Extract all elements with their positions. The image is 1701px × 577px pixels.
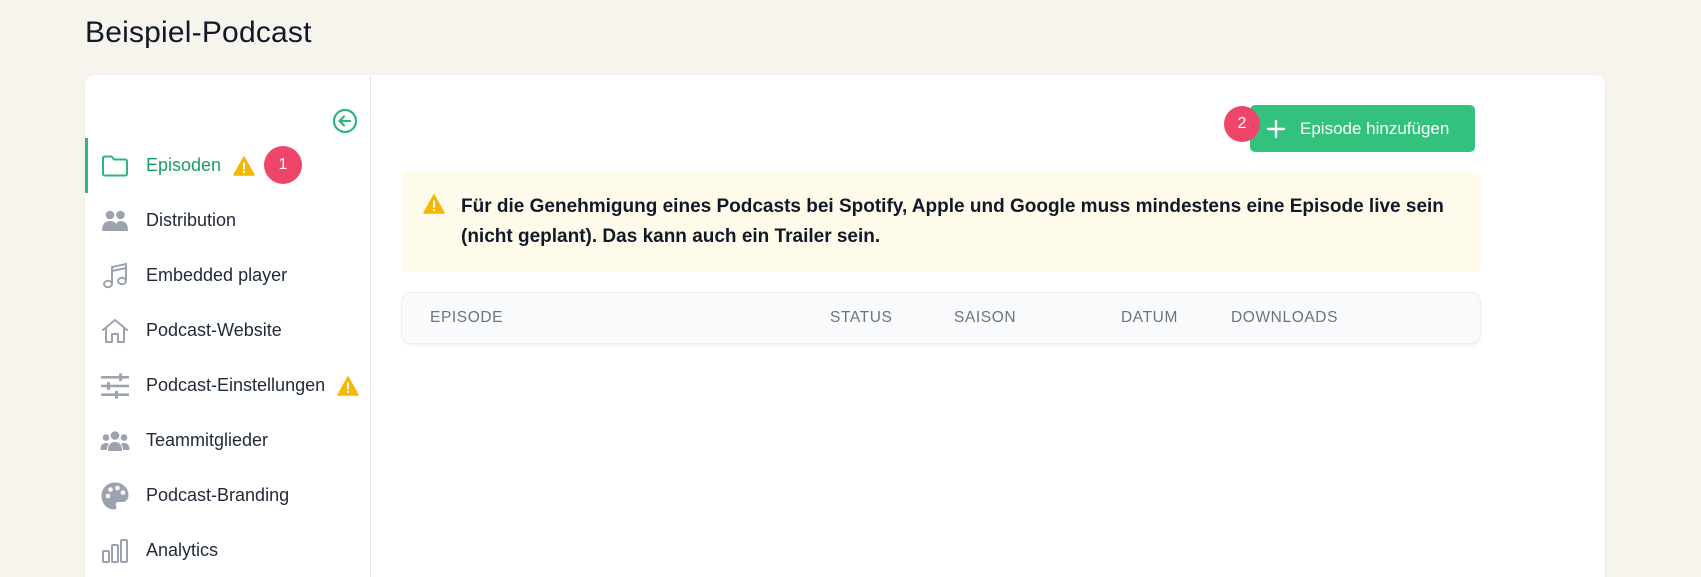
sidebar-item-label: Teammitglieder xyxy=(146,430,269,450)
add-episode-button[interactable]: Episode hinzufügen xyxy=(1250,105,1475,152)
sidebar-item-label: Podcast-Branding xyxy=(146,485,290,505)
column-header-episode[interactable]: EPISODE xyxy=(430,309,503,327)
plus-icon xyxy=(1266,119,1286,138)
page-title: Beispiel-Podcast xyxy=(85,16,312,49)
warning-alert: Für die Genehmigung eines Podcasts bei S… xyxy=(401,172,1481,272)
sidebar-item-label: Analytics xyxy=(146,540,219,560)
warning-icon xyxy=(233,155,255,176)
column-header-downloads[interactable]: DOWNLOADS xyxy=(1231,309,1338,327)
sidebar-item-label: Embedded player xyxy=(146,265,288,285)
sidebar-item-label: Episoden xyxy=(146,155,222,175)
palette-icon xyxy=(100,481,130,511)
music-note-icon xyxy=(100,261,130,291)
home-icon xyxy=(100,316,130,346)
sidebar-item-label: Podcast-Einstellungen xyxy=(146,375,326,395)
sidebar-item-episoden[interactable]: Episoden 1 xyxy=(85,138,371,193)
folder-icon xyxy=(100,151,130,181)
sidebar-item-distribution[interactable]: Distribution xyxy=(85,193,371,248)
main-content: Episode hinzufügen 2 Für die Genehmigung… xyxy=(371,75,1605,577)
alert-text: Für die Genehmigung eines Podcasts bei S… xyxy=(461,196,1444,247)
sidebar-item-label: Distribution xyxy=(146,210,237,230)
sidebar-nav: Episoden 1 Distribution Embedded player xyxy=(85,138,371,577)
step-badge: 1 xyxy=(264,146,302,184)
sidebar-item-podcast-einstellungen[interactable]: Podcast-Einstellungen xyxy=(85,358,371,413)
step-badge: 2 xyxy=(1224,106,1260,142)
column-header-status[interactable]: STATUS xyxy=(830,309,892,327)
warning-icon xyxy=(423,194,445,214)
sidebar-item-podcast-website[interactable]: Podcast-Website xyxy=(85,303,371,358)
sidebar-item-teammitglieder[interactable]: Teammitglieder xyxy=(85,413,371,468)
sliders-icon xyxy=(100,371,130,401)
sidebar-item-podcast-branding[interactable]: Podcast-Branding xyxy=(85,468,371,523)
sidebar-item-label: Podcast-Website xyxy=(146,320,282,340)
content-card: Episoden 1 Distribution Embedded player xyxy=(85,75,1605,577)
column-header-datum[interactable]: DATUM xyxy=(1121,309,1178,327)
bar-chart-icon xyxy=(100,536,130,566)
sidebar-item-analytics[interactable]: Analytics xyxy=(85,523,371,577)
episodes-table: EPISODE STATUS SAISON DATUM DOWNLOADS xyxy=(401,292,1481,344)
sidebar: Episoden 1 Distribution Embedded player xyxy=(85,75,371,577)
sidebar-item-embedded-player[interactable]: Embedded player xyxy=(85,248,371,303)
team-icon xyxy=(100,426,130,456)
column-header-saison[interactable]: SAISON xyxy=(954,309,1016,327)
collapse-sidebar-button[interactable] xyxy=(332,108,358,134)
arrow-left-circle-icon xyxy=(332,108,358,134)
users-icon xyxy=(100,206,130,236)
add-episode-label: Episode hinzufügen xyxy=(1300,118,1450,138)
warning-icon xyxy=(337,375,359,396)
